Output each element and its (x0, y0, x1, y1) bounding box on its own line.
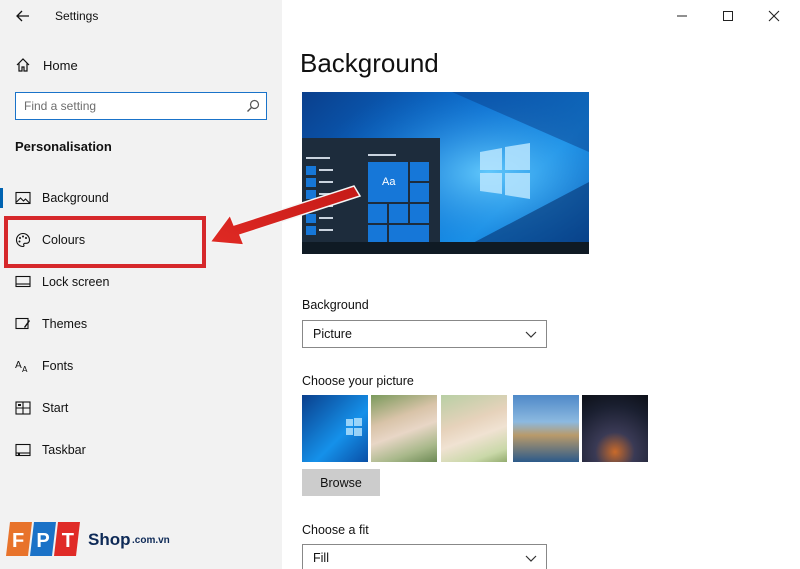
home-icon (16, 58, 30, 72)
choose-picture-label: Choose your picture (302, 374, 414, 388)
sidebar-item-label: Themes (42, 317, 88, 331)
sidebar-item-start[interactable]: Start (0, 390, 282, 426)
title-bar: Settings (0, 0, 282, 32)
close-button[interactable] (764, 6, 784, 26)
home-nav-item[interactable]: Home (0, 50, 282, 80)
active-indicator (0, 188, 3, 208)
taskbar-icon (15, 443, 31, 457)
background-type-value: Picture (313, 327, 352, 341)
brand-logo: FPT (6, 522, 80, 556)
back-button[interactable] (14, 7, 32, 25)
sidebar-item-taskbar[interactable]: Taskbar (0, 432, 282, 468)
sidebar: Settings Home Personalisation Background… (0, 0, 282, 569)
sidebar-item-themes[interactable]: Themes (0, 306, 282, 342)
search-input[interactable] (24, 97, 244, 115)
maximize-icon (723, 11, 733, 21)
sidebar-item-label: Start (42, 401, 69, 415)
font-icon: AA (15, 360, 28, 374)
sidebar-item-label: Lock screen (42, 275, 110, 289)
watermark-logo: FPT Shop .com.vn (6, 518, 186, 560)
watermark-shop: Shop (88, 530, 131, 549)
highlight-box (4, 216, 206, 268)
home-label: Home (43, 58, 78, 73)
sidebar-item-label: Taskbar (42, 443, 86, 457)
minimize-icon (677, 15, 687, 17)
fit-dropdown[interactable]: Fill (302, 544, 547, 569)
thumbnail-night-sky[interactable] (582, 395, 648, 462)
start-grid-icon (15, 401, 31, 415)
maximize-button[interactable] (718, 6, 738, 26)
annotation-arrow (208, 185, 362, 246)
svg-text:FPT: FPT (12, 530, 74, 552)
thumbnail-beach[interactable] (513, 395, 579, 462)
sidebar-item-fonts[interactable]: AA Fonts (0, 348, 282, 384)
watermark-domain: .com.vn (132, 535, 170, 546)
chevron-down-icon (525, 555, 537, 562)
sidebar-item-label: Background (42, 191, 109, 205)
lock-screen-icon (15, 275, 31, 288)
thumbnail-photo-blurred-2[interactable] (441, 395, 507, 462)
app-title: Settings (55, 9, 99, 23)
window-controls (660, 0, 800, 32)
browse-button[interactable]: Browse (302, 469, 380, 496)
picture-thumbnails (302, 395, 650, 462)
picture-icon (15, 191, 31, 205)
choose-fit-label: Choose a fit (302, 523, 369, 537)
thumbnail-windows[interactable] (302, 395, 368, 462)
fit-value: Fill (313, 551, 329, 565)
minimize-button[interactable] (672, 6, 692, 26)
thumbnail-photo-blurred[interactable] (371, 395, 437, 462)
svg-text:A: A (22, 365, 28, 374)
search-icon[interactable] (246, 99, 260, 113)
preview-tile-text: Aa (382, 176, 396, 188)
section-heading: Personalisation (15, 139, 112, 154)
sidebar-item-label: Fonts (42, 359, 74, 373)
chevron-down-icon (525, 331, 537, 338)
close-icon (768, 10, 780, 22)
windows-logo-icon (346, 418, 362, 436)
svg-text:A: A (15, 360, 22, 371)
page-title: Background (300, 48, 439, 78)
brush-icon (15, 317, 30, 330)
back-arrow-icon (16, 10, 29, 22)
sidebar-item-lock-screen[interactable]: Lock screen (0, 264, 282, 300)
background-type-dropdown[interactable]: Picture (302, 320, 547, 348)
background-type-label: Background (302, 298, 369, 312)
search-box[interactable] (15, 92, 267, 120)
